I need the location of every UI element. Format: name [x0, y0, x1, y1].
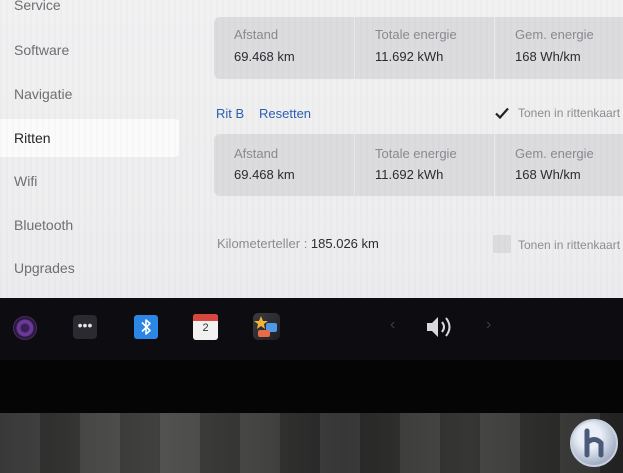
taskbar: ••• 2 ‹ ›	[0, 298, 623, 360]
sidebar-item-navigatie[interactable]: Navigatie	[0, 75, 182, 113]
stat-value: 168 Wh/km	[515, 167, 581, 182]
sidebar-item-wifi[interactable]: Wifi	[0, 162, 182, 200]
volume-button[interactable]	[424, 312, 458, 342]
odometer-value: 185.026 km	[310, 236, 379, 251]
odometer-label: Kilometerteller :	[217, 236, 311, 251]
watermark-logo	[570, 419, 618, 467]
stat-label: Totale energie	[375, 27, 457, 42]
settings-screen: Service Software Navigatie Ritten Wifi B…	[0, 0, 623, 298]
trip-a-avg-energy: Gem. energie 168 Wh/km	[494, 17, 623, 79]
show-trip-b-label: Tonen in rittenkaart	[518, 106, 621, 120]
trip-b-card: Afstand 69.468 km Totale energie 11.692 …	[214, 134, 623, 196]
arcade-icon	[254, 316, 277, 337]
reset-button[interactable]: Resetten	[259, 106, 311, 121]
more-apps-button[interactable]: •••	[73, 315, 97, 339]
volume-down-arrow[interactable]: ‹	[390, 316, 395, 334]
bluetooth-icon	[141, 319, 151, 335]
trip-b-distance: Afstand 69.468 km	[214, 134, 354, 196]
sidebar-item-bluetooth[interactable]: Bluetooth	[0, 206, 182, 244]
trips-content: Afstand 69.468 km Totale energie 11.692 …	[214, 0, 623, 298]
arcade-app-button[interactable]	[253, 313, 280, 340]
trip-a-distance: Afstand 69.468 km	[214, 17, 354, 79]
trip-a-card: Afstand 69.468 km Totale energie 11.692 …	[214, 17, 623, 79]
show-odometer-label: Tonen in rittenkaart	[518, 238, 621, 252]
dashboard-background	[0, 413, 623, 473]
calendar-day: 2	[202, 322, 209, 334]
stat-label: Gem. energie	[515, 146, 594, 161]
stat-value: 168 Wh/km	[515, 49, 581, 64]
trip-a-total-energy: Totale energie 11.692 kWh	[354, 17, 494, 79]
calendar-icon	[193, 314, 218, 321]
stat-value: 11.692 kWh	[375, 167, 444, 182]
volume-up-arrow[interactable]: ›	[486, 316, 491, 334]
bluetooth-button[interactable]	[134, 315, 158, 339]
speaker-icon	[427, 317, 451, 337]
show-odometer-checkbox[interactable]	[493, 235, 511, 253]
odometer-row: Kilometerteller : 185.026 km	[217, 236, 379, 251]
sidebar-item-service[interactable]: Service	[0, 0, 182, 24]
logo-icon	[584, 428, 604, 458]
checkmark-icon	[495, 107, 509, 120]
stat-label: Afstand	[234, 146, 279, 161]
settings-sidebar: Service Software Navigatie Ritten Wifi B…	[0, 0, 182, 298]
trip-b-header: Rit B Resetten Tonen in rittenkaart	[214, 103, 623, 125]
trip-b-total-energy: Totale energie 11.692 kWh	[354, 134, 494, 196]
calendar-button[interactable]: 2	[193, 314, 218, 340]
stat-label: Totale energie	[375, 146, 457, 161]
sidebar-item-upgrades[interactable]: Upgrades	[0, 249, 182, 287]
sidebar-item-ritten[interactable]: Ritten	[0, 119, 179, 157]
stat-value: 11.692 kWh	[375, 49, 444, 64]
stat-label: Gem. energie	[515, 27, 594, 42]
stat-label: Afstand	[234, 27, 279, 42]
stat-value: 69.468 km	[234, 167, 295, 182]
show-trip-b-checkbox[interactable]	[493, 104, 511, 122]
trip-b-title: Rit B	[216, 106, 245, 121]
screen-bezel	[0, 360, 623, 413]
sidebar-item-software[interactable]: Software	[0, 31, 182, 69]
stat-value: 69.468 km	[234, 49, 295, 64]
camera-app-icon[interactable]	[13, 316, 37, 340]
trip-b-avg-energy: Gem. energie 168 Wh/km	[494, 134, 623, 196]
